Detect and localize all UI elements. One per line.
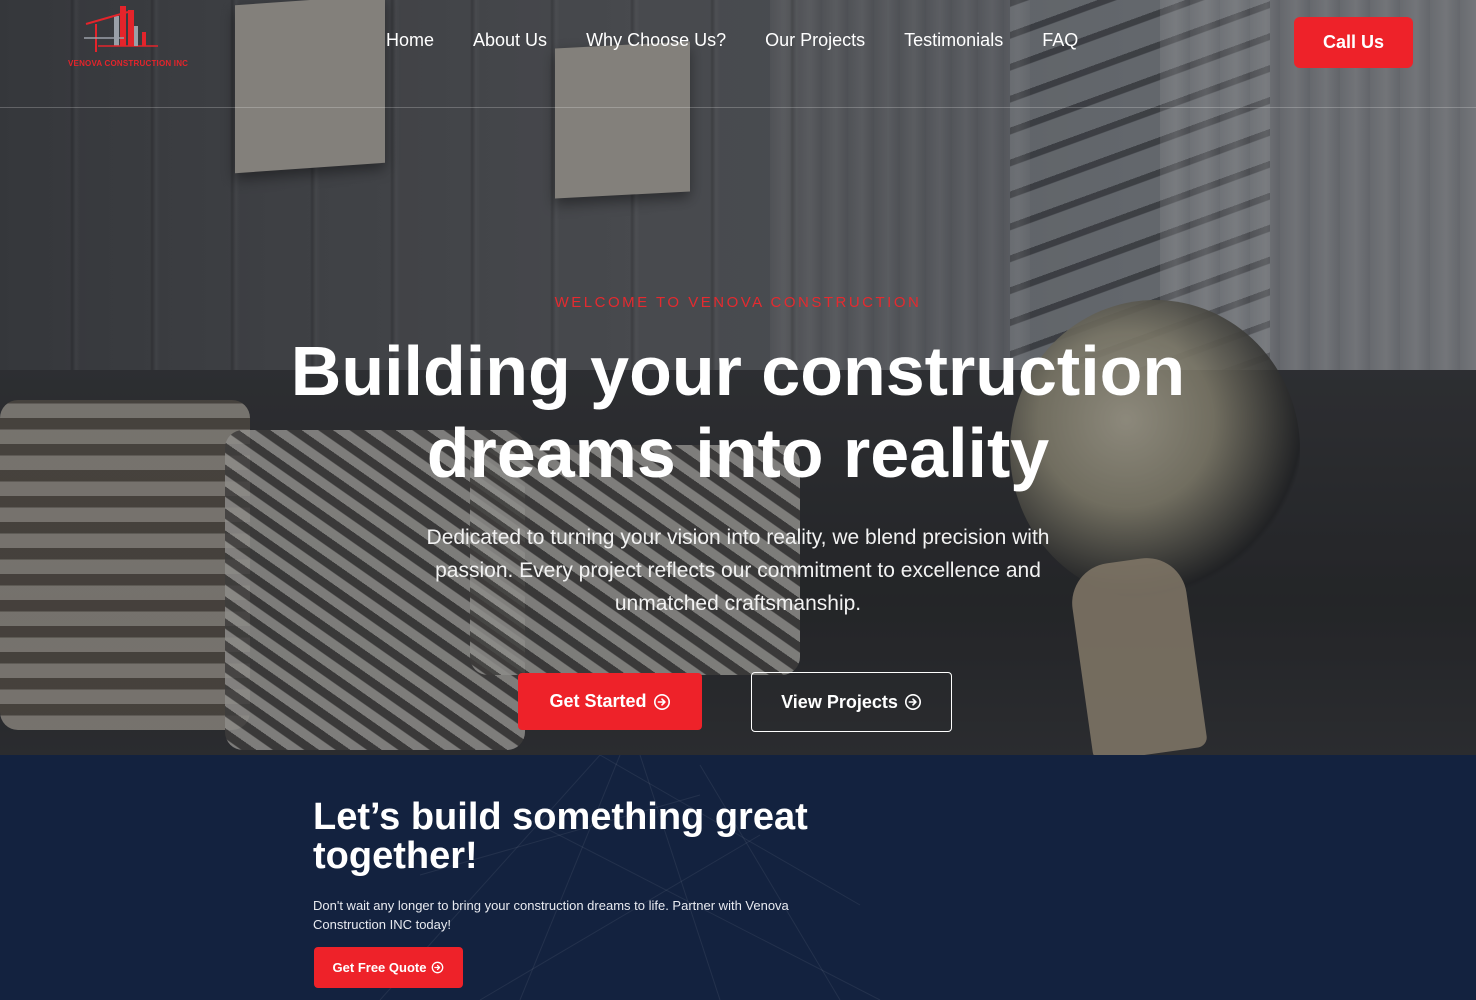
- cta-background-lines: [379, 755, 881, 1000]
- hero-headline: Building your construction dreams into r…: [188, 330, 1288, 494]
- nav-item-home[interactable]: Home: [386, 30, 434, 51]
- cta-title: Let’s build something great together!: [313, 796, 808, 877]
- logo-text: VENOVA CONSTRUCTION INC: [68, 59, 189, 68]
- hero-subtext: Dedicated to turning your vision into re…: [426, 526, 1050, 615]
- arrow-circle-right-icon: [432, 961, 444, 974]
- nav-item-about-us[interactable]: About Us: [473, 30, 547, 51]
- call-us-button[interactable]: Call Us: [1294, 17, 1413, 68]
- call-us-label: Call Us: [1322, 32, 1385, 52]
- main-nav: Home About Us Why Choose Us? Our Project…: [386, 30, 1117, 51]
- site-logo[interactable]: VENOVA CONSTRUCTION INC: [68, 2, 189, 78]
- view-projects-button[interactable]: View Projects: [751, 672, 952, 732]
- nav-item-our-projects[interactable]: Our Projects: [765, 30, 865, 51]
- hero-headline-line1: Building your construction: [290, 332, 1186, 410]
- nav-item-why-choose-us[interactable]: Why Choose Us?: [586, 30, 726, 51]
- hero-headline-line2: dreams into reality: [426, 414, 1050, 492]
- site-header: VENOVA CONSTRUCTION INC Home About Us Wh…: [0, 0, 1476, 108]
- hero-eyebrow: WELCOME TO VENOVA CONSTRUCTION: [554, 294, 922, 311]
- view-projects-label: View Projects: [781, 691, 898, 712]
- crane-building-logo-icon: [84, 6, 158, 52]
- get-started-label: Get Started: [549, 691, 647, 711]
- nav-item-faq[interactable]: FAQ: [1042, 30, 1078, 51]
- get-started-button[interactable]: Get Started: [518, 673, 702, 730]
- cta-section: Let’s build something great together! Do…: [0, 755, 1476, 1000]
- arrow-circle-right-icon: [653, 693, 670, 710]
- get-free-quote-label: Get Free Quote: [332, 960, 427, 975]
- get-free-quote-button[interactable]: Get Free Quote: [314, 947, 463, 988]
- cta-text: Don't wait any longer to bring your cons…: [313, 898, 789, 932]
- nav-item-testimonials[interactable]: Testimonials: [904, 30, 1003, 51]
- arrow-circle-right-icon: [904, 693, 921, 711]
